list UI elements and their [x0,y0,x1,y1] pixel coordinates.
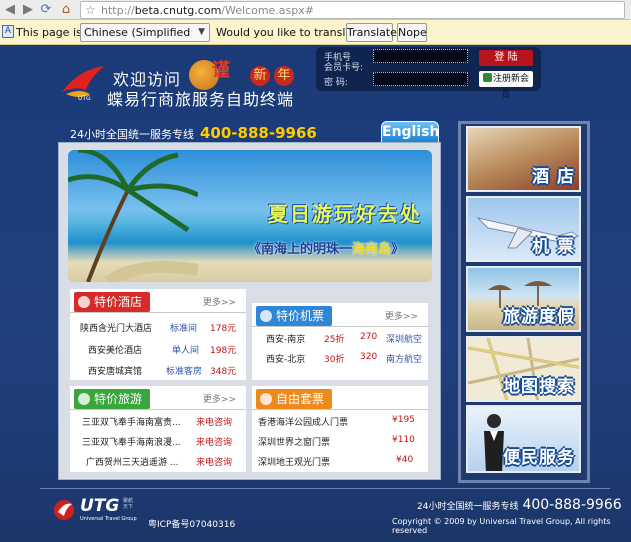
chevron-down-icon: ▼ [198,27,205,37]
price: 来电咨询 [196,458,233,468]
price: ¥40 [396,455,414,465]
login-panel: 手机号 会员卡号: 密 码: 登 陆 注册新会员 [316,47,541,100]
tours-more-link[interactable]: 更多>> [203,392,236,405]
table-row[interactable]: 深圳世界之窗门票 [258,435,330,448]
flights-tab[interactable]: 特价机票 [256,306,333,326]
sidebar-item-label: 地图搜索 [503,377,575,397]
card-label: 会员卡号: [324,63,364,73]
palm-tree-image [68,150,198,282]
hotels-box: 特价酒店 更多>> 陕西含光门大酒店 标准间 178元 西安美伦酒店 单人间 1… [70,289,246,380]
room-type: 标准间 [170,324,198,334]
table-row[interactable]: 深圳地王观光门票 [258,455,330,468]
ticket-icon [260,393,272,405]
price: 320 [360,352,378,362]
translate-button[interactable]: Translate [346,23,397,42]
register-icon [482,73,492,82]
table-row[interactable]: 西安美伦酒店 [88,343,142,356]
home-icon[interactable]: ⌂ [58,2,74,18]
footer-logo-cn: 聚航天下 [123,498,134,510]
discount: 30折 [324,355,345,365]
promo-banner[interactable]: 夏日游玩好去处 《南海上的明珠一海南岛》 [68,150,432,282]
plane-icon [260,310,272,322]
bookmark-star-icon[interactable]: ☆ [85,2,96,18]
banner-title: 夏日游玩好去处 [268,202,422,226]
price: 348元 [210,367,237,377]
register-button[interactable]: 注册新会员 [479,71,533,100]
sidebar-item-vacation[interactable]: 旅游度假 [466,266,581,332]
table-row[interactable]: 三亚双飞奉手海南浪漫... [82,435,181,448]
password-label: 密 码: [324,78,348,88]
hotel-icon [78,296,90,308]
url-text: http://beta.cnutg.com/Welcome.aspx# [101,4,314,17]
reload-icon[interactable]: ⟳ [38,2,54,18]
new-year-char-1: 新 [250,66,270,86]
packages-tab[interactable]: 自由套票 [256,389,333,409]
table-row[interactable]: 三亚双飞奉手海南富贵... [82,415,181,428]
price: 178元 [210,324,237,334]
tour-icon [78,393,90,405]
airline: 南方航空 [386,355,423,365]
tours-box: 特价旅游 更多>> 三亚双飞奉手海南富贵... 来电咨询 三亚双飞奉手海南浪漫.… [70,386,246,472]
hotels-more-link[interactable]: 更多>> [203,295,236,308]
sidebar-item-hotel[interactable]: 酒 店 [466,126,581,192]
flights-more-link[interactable]: 更多>> [385,309,418,322]
footer-hotline: 24小时全国统一服务专线 400-888-9966 [417,497,622,513]
table-row[interactable]: 西安唐城宾馆 [88,364,142,377]
browser-toolbar: ◀ ▶ ⟳ ⌂ ☆ http://beta.cnutg.com/Welcome.… [0,0,631,20]
site-logo[interactable]: UTG [60,64,106,102]
price: 来电咨询 [196,418,233,428]
address-bar[interactable]: ☆ http://beta.cnutg.com/Welcome.aspx# [80,1,625,19]
footer-logo-sub: Universal Travel Group [80,516,137,522]
sidebar-item-label: 旅游度假 [503,307,575,327]
table-row[interactable]: 香港海洋公园成人门票 [258,415,348,428]
footer-divider [40,488,610,489]
translate-infobar: A This page is in Chinese (Simplified Ha… [0,20,631,56]
table-row[interactable]: 西安-北京 [266,352,305,365]
sidebar-item-service[interactable]: 便民服务 [466,405,581,473]
packages-box: 自由套票 香港海洋公园成人门票 ¥195 深圳世界之窗门票 ¥110 深圳地王观… [252,386,428,472]
sidebar-item-map[interactable]: 地图搜索 [466,336,581,402]
language-select[interactable]: Chinese (Simplified Han) ▼ [80,23,210,56]
table-row[interactable]: 陕西含光门大酒店 [80,321,152,334]
english-tab[interactable]: English [381,121,439,144]
sidebar-item-label: 酒 店 [532,167,575,187]
back-icon[interactable]: ◀ [2,2,18,18]
translate-icon: A [2,25,14,38]
new-year-badge: 新年 [250,66,298,86]
login-button[interactable]: 登 陆 [479,50,533,66]
logo-small-text: UTG [78,95,91,102]
table-row[interactable]: 广西贺州三天逍遥游 ... [86,455,178,468]
footer-logo-text: UTG [80,496,120,516]
discount: 25折 [324,335,345,345]
sidebar-item-label: 机 票 [532,237,575,257]
icp-number: 粤ICP备号07040316 [148,520,236,530]
room-type: 标准客房 [166,367,203,377]
price: 198元 [210,346,237,356]
hotline-label: 24小时全国统一服务专线 [70,128,194,141]
new-year-prefix: 谨 [212,60,230,81]
price: 来电咨询 [196,438,233,448]
banner-subtitle: 《南海上的明珠一海南岛》 [248,242,405,257]
room-type: 单人间 [172,346,200,356]
forward-icon[interactable]: ▶ [20,2,36,18]
site-tagline: 蝶易行商旅服务自助终端 [107,90,295,109]
password-input[interactable] [373,72,468,86]
hotline-header: 24小时全国统一服务专线 400-888-9966 [70,124,317,142]
sidebar-item-flight[interactable]: 机 票 [466,196,581,262]
hotline-number: 400-888-9966 [200,124,317,142]
copyright: Copyright © 2009 by Universal Travel Gro… [392,517,611,535]
table-row[interactable]: 西安-南京 [266,332,305,345]
price: ¥195 [392,415,415,425]
price: ¥110 [392,435,415,445]
card-number-input[interactable] [373,49,468,63]
hotels-tab[interactable]: 特价酒店 [74,292,151,312]
nope-button[interactable]: Nope [397,23,427,42]
price: 270 [360,332,378,342]
sidebar-item-label: 便民服务 [503,448,575,468]
new-year-char-2: 年 [274,66,294,86]
tours-tab[interactable]: 特价旅游 [74,389,151,409]
flights-box: 特价机票 更多>> 西安-南京 25折 270 深圳航空 西安-北京 30折 3… [252,303,428,380]
airline: 深圳航空 [386,335,423,345]
